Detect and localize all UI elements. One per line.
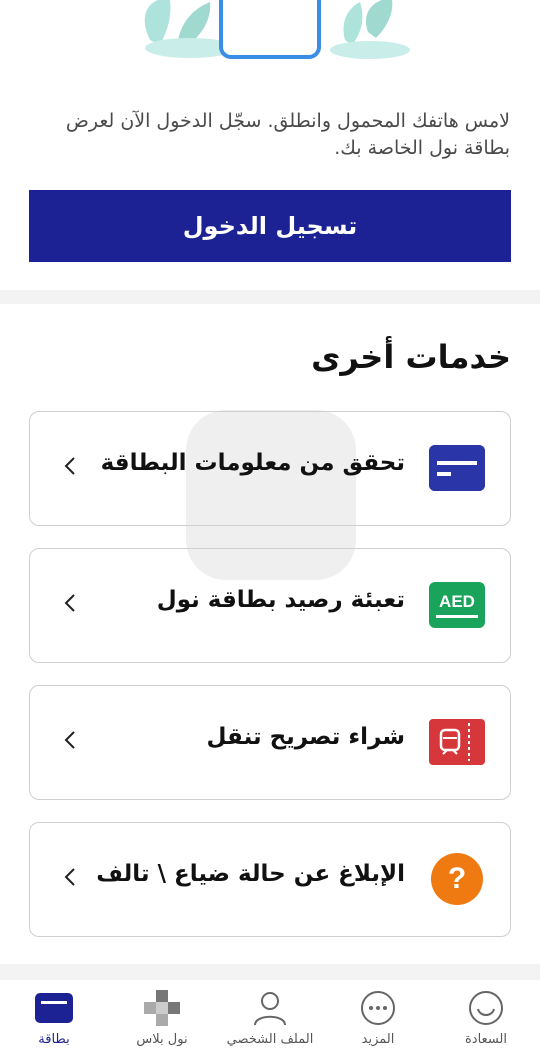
question-icon: ? bbox=[431, 853, 483, 905]
bottom-tab-bar: بطاقة نول بلاس الملف الشخصي المزيد السعا… bbox=[0, 980, 540, 1057]
tabbar-separator bbox=[0, 964, 540, 980]
section-divider bbox=[0, 290, 540, 304]
tab-profile[interactable]: الملف الشخصي bbox=[216, 980, 324, 1057]
chevron-left-icon bbox=[60, 728, 80, 752]
hero-illustration bbox=[0, 0, 540, 70]
smile-icon bbox=[464, 988, 508, 1028]
service-check-card-info[interactable]: تحقق من معلومات البطاقة bbox=[29, 411, 511, 526]
profile-icon bbox=[248, 988, 292, 1028]
service-label: تعبئة رصيد بطاقة نول bbox=[156, 587, 405, 613]
aed-icon: AED bbox=[429, 582, 485, 628]
tab-more[interactable]: المزيد bbox=[324, 980, 432, 1057]
tab-card[interactable]: بطاقة bbox=[0, 980, 108, 1057]
ticket-icon bbox=[429, 719, 485, 765]
tab-nol-plus[interactable]: نول بلاس bbox=[108, 980, 216, 1057]
service-label: تحقق من معلومات البطاقة bbox=[100, 450, 405, 476]
service-buy-travel-pass[interactable]: شراء تصريح تنقل bbox=[29, 685, 511, 800]
section-title: خدمات أخرى bbox=[311, 338, 511, 376]
tab-happiness[interactable]: السعادة bbox=[432, 980, 540, 1057]
service-label: شراء تصريح تنقل bbox=[206, 724, 405, 750]
card-tab-icon bbox=[32, 988, 76, 1028]
service-top-up-nol[interactable]: AED تعبئة رصيد بطاقة نول bbox=[29, 548, 511, 663]
more-icon bbox=[356, 988, 400, 1028]
card-icon bbox=[429, 445, 485, 491]
chevron-left-icon bbox=[60, 865, 80, 889]
login-button[interactable]: تسجيل الدخول bbox=[29, 190, 511, 262]
service-label: الإبلاغ عن حالة ضياع \ تالف bbox=[96, 861, 405, 887]
nol-plus-icon bbox=[140, 988, 184, 1028]
intro-text: لامس هاتفك المحمول وانطلق. سجّل الدخول ا… bbox=[65, 110, 510, 159]
service-report-lost-damaged[interactable]: ? الإبلاغ عن حالة ضياع \ تالف bbox=[29, 822, 511, 937]
chevron-left-icon bbox=[60, 591, 80, 615]
chevron-left-icon bbox=[60, 454, 80, 478]
